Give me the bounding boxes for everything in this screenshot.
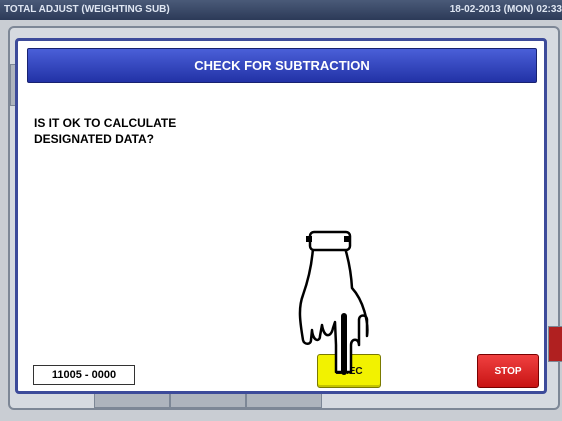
dialog-message: IS IT OK TO CALCULATE DESIGNATED DATA? [34, 115, 334, 147]
title-bar: TOTAL ADJUST (WEIGHTING SUB) 18-02-2013 … [0, 0, 562, 20]
window-title: TOTAL ADJUST (WEIGHTING SUB) [4, 4, 170, 15]
dialog-title-text: CHECK FOR SUBTRACTION [194, 58, 370, 73]
background-tab [548, 326, 562, 362]
dialog-title: CHECK FOR SUBTRACTION [27, 48, 537, 83]
background-tab [246, 392, 322, 408]
confirm-dialog: CHECK FOR SUBTRACTION IS IT OK TO CALCUL… [15, 38, 547, 394]
code-field: 11005 - 0000 [33, 365, 135, 385]
message-line-2: DESIGNATED DATA? [34, 132, 154, 146]
message-line-1: IS IT OK TO CALCULATE [34, 116, 177, 130]
datetime-display: 18-02-2013 (MON) 02:33 [449, 4, 562, 15]
background-tab [170, 392, 246, 408]
background-tab [94, 392, 170, 408]
stop-button[interactable]: STOP [477, 354, 539, 388]
exec-button[interactable]: EXEC [317, 354, 381, 388]
code-value: 11005 - 0000 [51, 369, 117, 381]
